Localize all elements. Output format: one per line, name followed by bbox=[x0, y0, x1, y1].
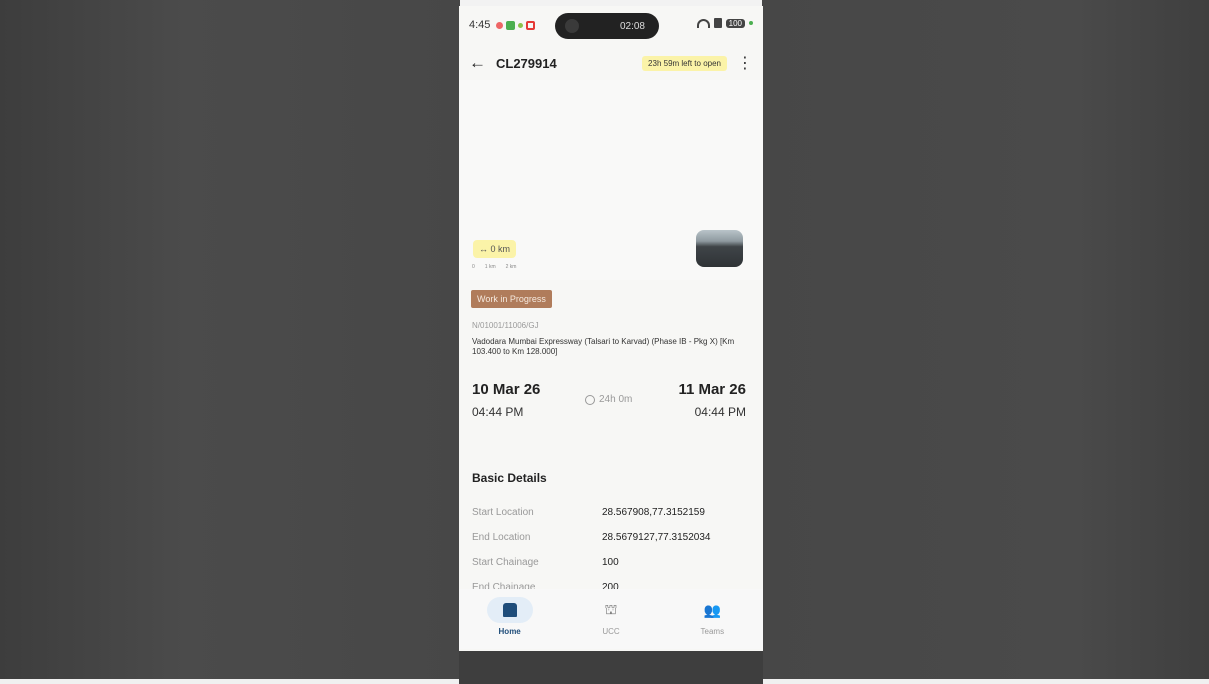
nav-icon-container: 👥 bbox=[689, 597, 735, 623]
scale-label: 0 bbox=[472, 264, 475, 270]
detail-row: End Location 28.5679127,77.3152034 bbox=[472, 525, 752, 550]
wifi-icon bbox=[696, 18, 710, 28]
app-bar: ← CL279914 23h 59m left to open ⋮ bbox=[459, 48, 763, 78]
ucc-icon: ⛫ bbox=[604, 600, 618, 617]
nav-label: Home bbox=[498, 627, 521, 636]
site-photo-thumbnail[interactable] bbox=[696, 230, 743, 267]
more-options-icon[interactable]: ⋮ bbox=[737, 53, 753, 73]
notification-box-icon bbox=[526, 20, 536, 30]
map-scale: 0 1 km 2 km bbox=[472, 264, 516, 270]
privacy-dot-icon bbox=[749, 21, 753, 25]
end-datetime: 11 Mar 26 04:44 PM bbox=[678, 381, 746, 419]
detail-label: Start Location bbox=[472, 507, 534, 518]
back-arrow-icon[interactable]: ← bbox=[469, 53, 486, 73]
status-bar: 4:45 02:08 100 bbox=[459, 6, 763, 44]
nav-icon-container bbox=[486, 597, 533, 623]
time-left-badge: 23h 59m left to open bbox=[642, 55, 727, 71]
detail-row: Start Chainage 100 bbox=[472, 550, 752, 575]
page-title: CL279914 bbox=[496, 55, 557, 71]
nav-label: Teams bbox=[700, 627, 725, 636]
battery-icon: 100 bbox=[725, 18, 745, 28]
detail-row: Start Location 28.567908,77.3152159 bbox=[472, 500, 752, 525]
call-pill[interactable]: 02:08 bbox=[555, 13, 659, 39]
camera-cutout-icon bbox=[565, 19, 579, 33]
project-name: Vadodara Mumbai Expressway (Talsari to K… bbox=[472, 337, 735, 356]
pill-timer: 02:08 bbox=[619, 20, 645, 32]
basic-details-list: Start Location 28.567908,77.3152159 End … bbox=[472, 500, 752, 600]
duration: 24h 0m bbox=[585, 394, 632, 405]
system-gesture-bar[interactable] bbox=[459, 651, 763, 684]
notification-icons bbox=[496, 20, 536, 30]
background-left bbox=[0, 0, 460, 684]
start-datetime: 10 Mar 26 04:44 PM bbox=[472, 381, 540, 419]
nav-item-teams[interactable]: 👥 Teams bbox=[672, 597, 752, 637]
start-date: 10 Mar 26 bbox=[472, 381, 541, 398]
teams-icon: 👥 bbox=[703, 601, 722, 618]
phone-screen: 4:45 02:08 100 ← CL279914 23h 59m left t… bbox=[459, 6, 763, 684]
distance-chip: ↔ 0 km bbox=[473, 240, 517, 258]
detail-label: Start Chainage bbox=[472, 557, 539, 568]
nav-item-ucc[interactable]: ⛫ UCC bbox=[571, 597, 651, 637]
start-time: 04:44 PM bbox=[472, 405, 524, 419]
nav-icon-container: ⛫ bbox=[588, 597, 634, 623]
home-icon bbox=[502, 603, 517, 617]
detail-value: 100 bbox=[602, 557, 619, 568]
project-code: N/01001/11006/GJ bbox=[472, 321, 539, 330]
system-icons: 100 bbox=[696, 18, 753, 28]
map-view[interactable]: ↔ 0 km 0 1 km 2 km bbox=[459, 80, 763, 280]
nav-item-home[interactable]: Home bbox=[470, 597, 550, 636]
duration-value: 24h 0m bbox=[599, 394, 633, 405]
end-date: 11 Mar 26 bbox=[678, 381, 746, 398]
status-time: 4:45 bbox=[469, 19, 491, 31]
notification-green-icon bbox=[506, 20, 516, 30]
detail-label: End Location bbox=[472, 532, 531, 543]
basic-details-title: Basic Details bbox=[472, 471, 547, 485]
notification-dot-icon bbox=[518, 22, 524, 28]
background-right bbox=[762, 0, 1209, 684]
clock-icon bbox=[585, 394, 595, 405]
nav-label: UCC bbox=[602, 627, 620, 636]
scale-label: 1 km bbox=[484, 264, 496, 270]
bottom-navigation: Home ⛫ UCC 👥 Teams bbox=[459, 589, 763, 649]
status-badge: Work in Progress bbox=[471, 290, 552, 308]
end-time: 04:44 PM bbox=[694, 405, 746, 419]
scale-label: 2 km bbox=[505, 264, 517, 270]
detail-value: 28.5679127,77.3152034 bbox=[602, 532, 711, 543]
notification-red-icon bbox=[496, 21, 504, 29]
detail-value: 28.567908,77.3152159 bbox=[602, 507, 705, 518]
sim-icon bbox=[713, 18, 722, 28]
